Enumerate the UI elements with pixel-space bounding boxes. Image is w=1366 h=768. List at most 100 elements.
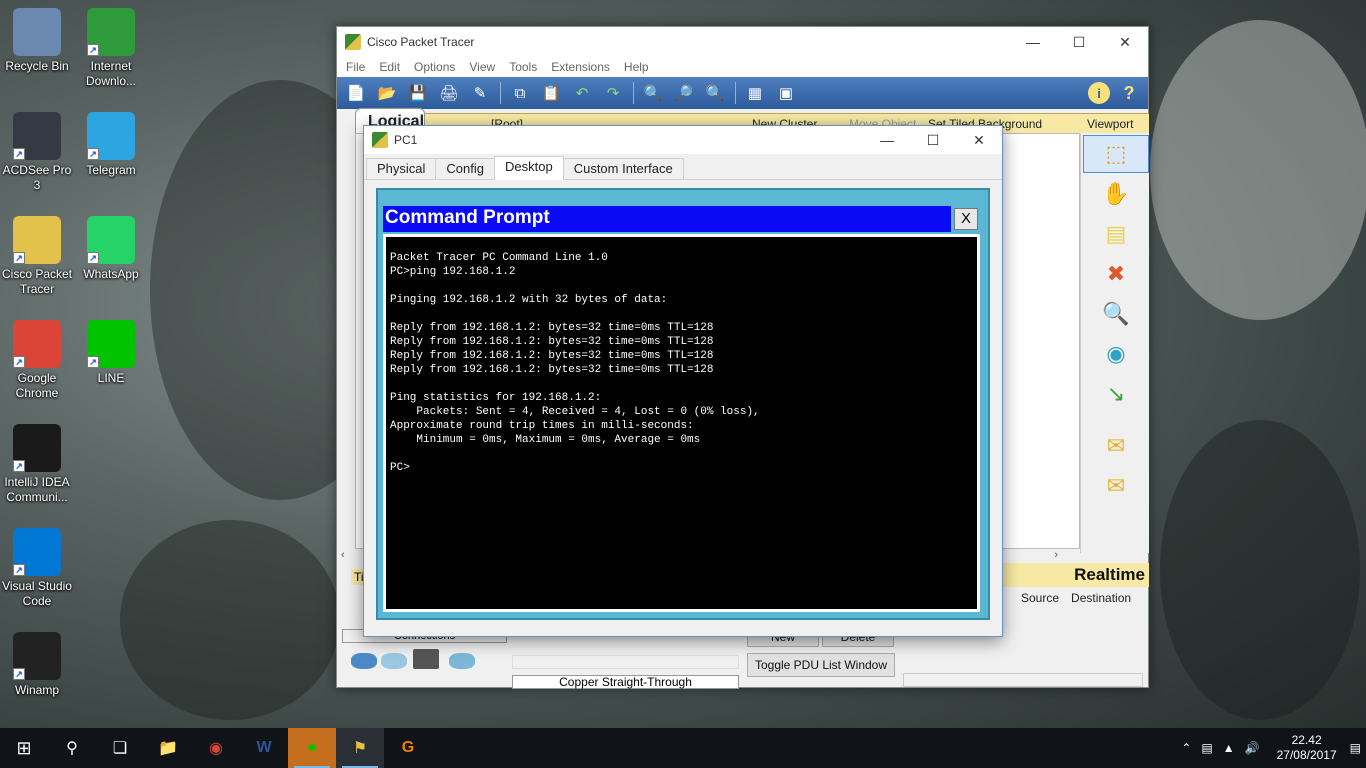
- tab-desktop[interactable]: Desktop: [494, 156, 564, 180]
- desktop-icon[interactable]: ↗ Google Chrome: [0, 320, 74, 401]
- shortcut-arrow-icon: ↗: [13, 252, 25, 264]
- pt-titlebar[interactable]: Cisco Packet Tracer — ☐ ✕: [337, 27, 1148, 57]
- wallpaper-shape: [1160, 420, 1360, 720]
- resize-tool-icon[interactable]: ↘: [1083, 375, 1149, 413]
- palette-icon[interactable]: ▦: [742, 81, 768, 105]
- pc1-titlebar[interactable]: PC1 — ☐ ✕: [364, 126, 1002, 154]
- info-icon[interactable]: i: [1088, 82, 1110, 104]
- scroll-right-icon[interactable]: ›: [1054, 549, 1058, 561]
- zoom-reset-icon[interactable]: 🔎: [671, 81, 697, 105]
- help-icon[interactable]: ?: [1118, 82, 1140, 104]
- print-icon[interactable]: 🖨: [436, 81, 462, 105]
- menu-tools[interactable]: Tools: [502, 57, 544, 77]
- clock[interactable]: 22.42 27/08/2017: [1277, 733, 1337, 763]
- add-simple-pdu-icon[interactable]: ✉: [1083, 427, 1149, 465]
- tab-config[interactable]: Config: [435, 158, 495, 179]
- pc1-maximize-button[interactable]: ☐: [910, 125, 956, 155]
- wallpaper-shape: [1150, 20, 1366, 320]
- desktop-icon[interactable]: ↗ IntelliJ IDEA Communi...: [0, 424, 74, 505]
- multiuser-connection-icon[interactable]: [449, 653, 475, 669]
- desktop-icon[interactable]: ↗ Internet Downlo...: [74, 8, 148, 89]
- desktop-icon[interactable]: ↗ Visual Studio Code: [0, 528, 74, 609]
- open-folder-icon[interactable]: 📂: [374, 81, 400, 105]
- terminal-line: Reply from 192.168.1.2: bytes=32 time=0m…: [390, 322, 714, 334]
- paste-icon[interactable]: 📋: [538, 81, 564, 105]
- command-prompt-terminal[interactable]: Packet Tracer PC Command Line 1.0 PC>ping…: [383, 234, 980, 612]
- action-center-icon[interactable]: ▤: [1350, 741, 1361, 755]
- redo-icon[interactable]: ↷: [600, 81, 626, 105]
- menu-view[interactable]: View: [462, 57, 502, 77]
- add-complex-pdu-icon[interactable]: ✉: [1083, 467, 1149, 505]
- inspect-tool-icon[interactable]: 🔍: [1083, 295, 1149, 333]
- desktop-icon[interactable]: ↗ Winamp: [0, 632, 74, 698]
- desktop-icon[interactable]: ↗ Cisco Packet Tracer: [0, 216, 74, 297]
- terminal-line: Minimum = 0ms, Maximum = 0ms, Average = …: [390, 434, 701, 446]
- network-icon[interactable]: ▤: [1201, 741, 1212, 755]
- save-icon[interactable]: 💾: [405, 81, 431, 105]
- desktop-icon[interactable]: ↗ ACDSee Pro 3: [0, 112, 74, 193]
- maximize-button[interactable]: ☐: [1056, 27, 1102, 57]
- minimize-button[interactable]: —: [1010, 27, 1056, 57]
- pc1-minimize-button[interactable]: —: [864, 125, 910, 155]
- copy-icon[interactable]: ⧉: [507, 81, 533, 105]
- viewport-button[interactable]: Viewport: [1087, 117, 1133, 131]
- foxit-icon[interactable]: G: [384, 728, 432, 768]
- activity-wizard-icon[interactable]: ✎: [467, 81, 493, 105]
- word-icon[interactable]: W: [240, 728, 288, 768]
- zoom-in-icon[interactable]: 🔍: [640, 81, 666, 105]
- menu-extensions[interactable]: Extensions: [544, 57, 617, 77]
- note-tool-icon[interactable]: ▤: [1083, 215, 1149, 253]
- show-hidden-icons-icon[interactable]: ⌃: [1181, 741, 1191, 755]
- menu-edit[interactable]: Edit: [372, 57, 407, 77]
- vscode-icon: ↗: [13, 528, 61, 576]
- custom-made-devices-icon[interactable]: [413, 649, 439, 669]
- packet-tracer-icon[interactable]: ⚑: [336, 728, 384, 768]
- chrome-icon[interactable]: ◉: [192, 728, 240, 768]
- close-button[interactable]: ✕: [1102, 27, 1148, 57]
- pt-menubar: File Edit Options View Tools Extensions …: [337, 57, 1148, 77]
- volume-icon[interactable]: 🔊: [1245, 741, 1260, 755]
- desktop-icon[interactable]: ↗ WhatsApp: [74, 216, 148, 282]
- new-file-icon[interactable]: 📄: [343, 81, 369, 105]
- custom-device-icon[interactable]: ▣: [773, 81, 799, 105]
- wan-emulation-icon[interactable]: [381, 653, 407, 669]
- shortcut-arrow-icon: ↗: [13, 668, 25, 680]
- scroll-left-icon[interactable]: ‹: [341, 549, 345, 561]
- pc1-tab-bar: Physical Config Desktop Custom Interface: [364, 156, 1002, 180]
- undo-icon[interactable]: ↶: [569, 81, 595, 105]
- draw-shape-tool-icon[interactable]: ◉: [1083, 335, 1149, 373]
- menu-help[interactable]: Help: [617, 57, 656, 77]
- realtime-mode-label[interactable]: Realtime: [1003, 563, 1149, 587]
- taskbar: ⊞ ⚲ ❏ 📁 ◉ W ● ⚑ G ⌃ ▤ ▲ 🔊 22.42 27/08/20…: [0, 728, 1366, 768]
- desktop-icon[interactable]: ↗ LINE: [74, 320, 148, 386]
- file-explorer-icon[interactable]: 📁: [144, 728, 192, 768]
- command-prompt-close-button[interactable]: X: [954, 208, 978, 230]
- desktop-icon[interactable]: ↗ Telegram: [74, 112, 148, 178]
- clock-time: 22.42: [1291, 733, 1322, 747]
- menu-options[interactable]: Options: [407, 57, 462, 77]
- line-icon[interactable]: ●: [288, 728, 336, 768]
- start-button[interactable]: ⊞: [0, 728, 48, 768]
- pdu-list-scrollbar[interactable]: [903, 673, 1143, 687]
- tab-physical[interactable]: Physical: [366, 158, 437, 179]
- zoom-out-icon[interactable]: 🔍: [702, 81, 728, 105]
- menu-file[interactable]: File: [339, 57, 372, 77]
- pdu-col-destination: Destination: [1071, 591, 1132, 605]
- hand-tool-icon[interactable]: ✋: [1083, 175, 1149, 213]
- search-icon[interactable]: ⚲: [48, 728, 96, 768]
- connections-scrollbar[interactable]: [512, 655, 739, 669]
- wifi-icon[interactable]: ▲: [1223, 741, 1235, 755]
- tab-custom-interface[interactable]: Custom Interface: [562, 158, 684, 179]
- shortcut-arrow-icon: ↗: [13, 460, 25, 472]
- pc-desktop-area: Command Prompt X Packet Tracer PC Comman…: [376, 188, 990, 620]
- desktop-icon-label: Winamp: [14, 683, 59, 697]
- delete-tool-icon[interactable]: ✖: [1083, 255, 1149, 293]
- desktop-icon[interactable]: Recycle Bin: [0, 8, 74, 74]
- end-devices-icon[interactable]: [351, 653, 377, 669]
- pc1-close-button[interactable]: ✕: [956, 125, 1002, 155]
- select-tool-icon[interactable]: ⬚: [1083, 135, 1149, 173]
- toggle-pdu-list-button[interactable]: Toggle PDU List Window: [747, 653, 895, 677]
- desktop-icon-label: Telegram: [86, 163, 136, 177]
- desktop-icon-label: LINE: [97, 371, 125, 385]
- task-view-icon[interactable]: ❏: [96, 728, 144, 768]
